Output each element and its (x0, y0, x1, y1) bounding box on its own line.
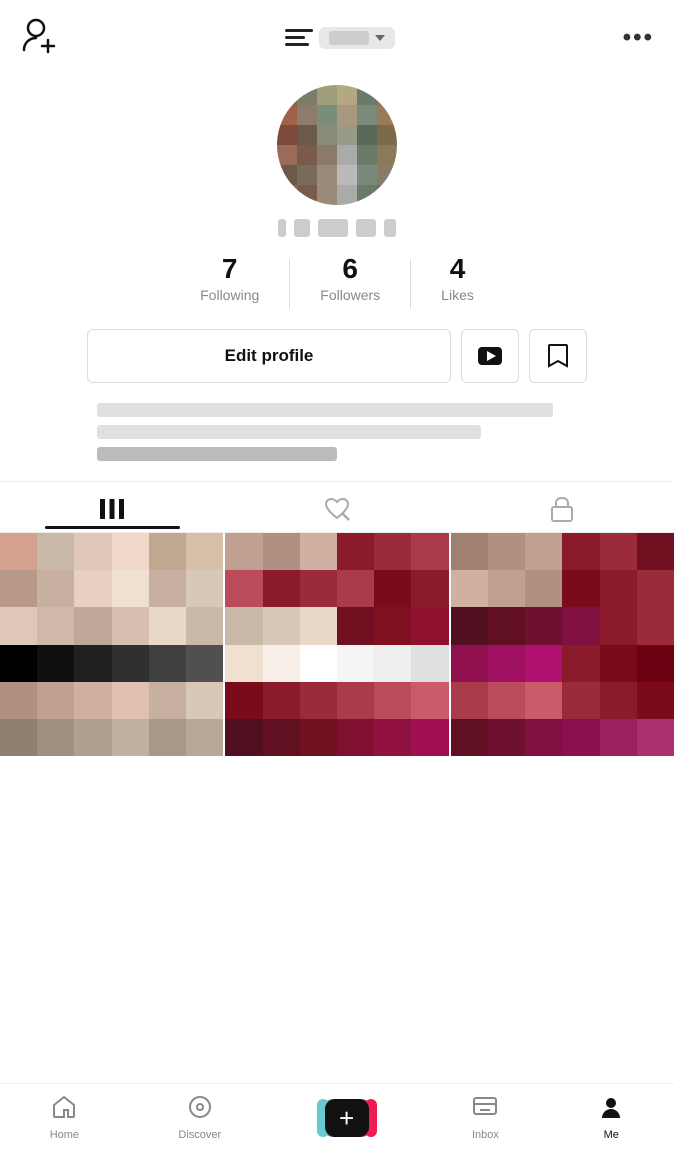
following-stat[interactable]: 7 Following (170, 255, 289, 303)
bookmark-button[interactable] (529, 329, 587, 383)
top-navigation: ••• (0, 0, 674, 75)
add-user-button[interactable] (20, 16, 58, 59)
content-tabs (0, 481, 674, 533)
avatar (277, 85, 397, 205)
username-pill[interactable] (319, 27, 395, 49)
nav-discover[interactable]: Discover (178, 1094, 221, 1141)
nav-inbox[interactable]: Inbox (472, 1094, 499, 1141)
profile-section: 7 Following 6 Followers 4 Likes Edit pro… (0, 75, 674, 471)
bio-line-1 (97, 403, 553, 417)
username-selector[interactable] (285, 27, 395, 49)
nav-me[interactable]: Me (598, 1094, 624, 1141)
inbox-icon (472, 1094, 498, 1125)
youtube-button[interactable] (461, 329, 519, 383)
nav-home[interactable]: Home (50, 1094, 79, 1141)
video-cell-2[interactable] (225, 533, 448, 756)
username-display (278, 219, 396, 237)
bottom-navigation: Home Discover + Inbox (0, 1083, 674, 1157)
video-cell-3[interactable] (451, 533, 674, 756)
more-options-button[interactable]: ••• (623, 24, 654, 52)
edit-profile-button[interactable]: Edit profile (87, 329, 451, 383)
bio-link-line (97, 447, 337, 461)
bio-section (87, 403, 587, 461)
tab-videos[interactable] (0, 485, 225, 529)
menu-lines-icon (285, 29, 313, 46)
me-icon (598, 1094, 624, 1125)
nav-create[interactable]: + (321, 1099, 373, 1137)
video-cell-1[interactable] (0, 533, 223, 756)
home-icon (51, 1094, 77, 1125)
discover-icon (187, 1094, 213, 1125)
action-buttons: Edit profile (87, 329, 587, 383)
likes-stat[interactable]: 4 Likes (411, 255, 504, 303)
dropdown-arrow-icon (375, 35, 385, 41)
followers-stat[interactable]: 6 Followers (290, 255, 410, 303)
bio-line-2 (97, 425, 481, 439)
tab-liked[interactable] (225, 482, 450, 532)
stats-row: 7 Following 6 Followers 4 Likes (20, 255, 654, 309)
tab-private[interactable] (449, 482, 674, 532)
video-grid (0, 533, 674, 756)
